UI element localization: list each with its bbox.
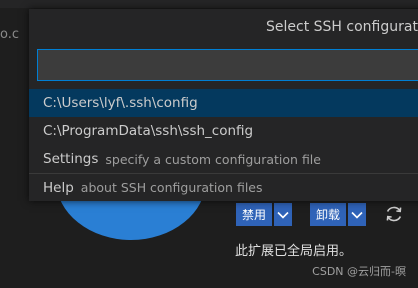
quick-pick-item-description: about SSH configuration files (80, 180, 263, 195)
extension-status-text: 此扩展已全局启用。 (235, 244, 353, 259)
watermark: CSDN @云归而-暝 (312, 265, 406, 278)
background-tab-fragment[interactable]: o.c (0, 26, 27, 44)
quick-pick-item-help[interactable]: Help about SSH configuration files (29, 173, 418, 201)
quick-pick-item-label: C:\ProgramData\ssh\ssh_config (43, 123, 254, 139)
chevron-down-icon (277, 211, 289, 219)
disable-button-group[interactable]: 禁用 (236, 203, 293, 226)
quick-pick-item-label: C:\Users\lyf\.ssh\config (43, 95, 198, 111)
quick-pick-item-user-config[interactable]: C:\Users\lyf\.ssh\config (29, 89, 418, 117)
uninstall-button-group[interactable]: 卸载 (310, 203, 367, 226)
disable-dropdown-button[interactable] (274, 203, 293, 226)
quick-pick-item-label: Settings (43, 151, 99, 167)
uninstall-dropdown-button[interactable] (348, 203, 367, 226)
disable-button[interactable]: 禁用 (236, 203, 273, 226)
quick-pick-item-description: specify a custom configuration file (105, 151, 321, 167)
sync-icon[interactable] (383, 203, 405, 225)
quick-pick-item-programdata-config[interactable]: C:\ProgramData\ssh\ssh_config (29, 117, 418, 145)
quick-pick-item-label: Help (43, 179, 74, 196)
quick-pick-input[interactable] (37, 49, 418, 81)
quick-pick-list: C:\Users\lyf\.ssh\config C:\ProgramData\… (29, 89, 418, 201)
chevron-down-icon (351, 211, 363, 219)
quick-pick-title: Select SSH configurat (266, 19, 418, 35)
top-strip (0, 0, 418, 8)
ssh-config-quick-pick: Select SSH configurat C:\Users\lyf\.ssh\… (29, 9, 418, 201)
quick-pick-item-settings[interactable]: Settings specify a custom configuration … (29, 145, 418, 173)
uninstall-button[interactable]: 卸载 (310, 203, 347, 226)
